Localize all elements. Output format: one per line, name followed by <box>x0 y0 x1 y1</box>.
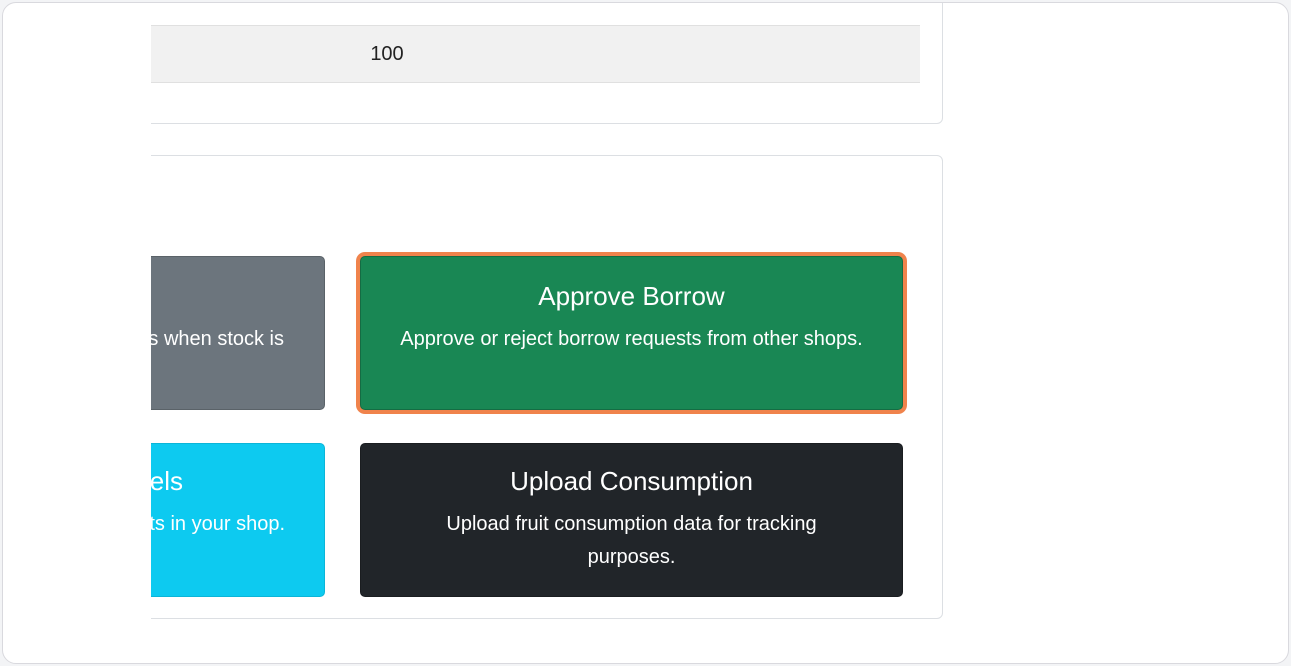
low-stock-alerts-tile[interactable]: s s when stock is <box>151 256 325 410</box>
tile-description: Approve or reject borrow requests from o… <box>400 328 863 350</box>
stock-table-card: 100 <box>151 3 943 124</box>
stock-value: 100 <box>370 43 404 65</box>
stock-levels-tile[interactable]: vels ts in your shop. <box>151 443 325 597</box>
quick-actions-card: s s when stock is Approve Borrow Approve… <box>151 155 943 619</box>
tile-title: Approve Borrow <box>538 281 725 311</box>
tile-description: s when stock is <box>151 328 284 350</box>
upload-consumption-tile[interactable]: Upload Consumption Upload fruit consumpt… <box>360 443 903 597</box>
tile-title: vels <box>151 466 183 496</box>
page-viewport: 100 s s when stock is Approve Borrow App… <box>151 3 1288 663</box>
table-row: 100 <box>151 25 920 83</box>
approve-borrow-tile[interactable]: Approve Borrow Approve or reject borrow … <box>360 256 903 410</box>
tile-title: Upload Consumption <box>510 466 753 496</box>
tile-description: Upload fruit consumption data for tracki… <box>446 513 817 568</box>
tile-description: ts in your shop. <box>151 513 285 535</box>
browser-frame: 100 s s when stock is Approve Borrow App… <box>2 2 1289 664</box>
